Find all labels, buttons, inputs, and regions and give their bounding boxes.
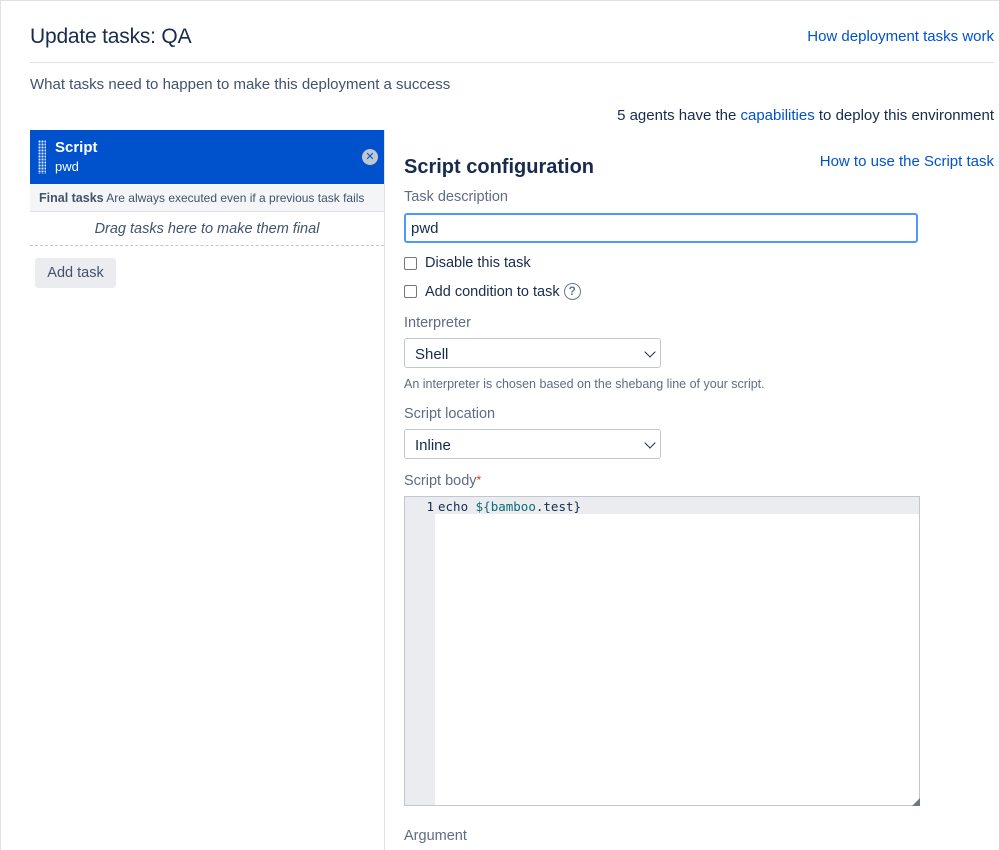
- script-task-help-link[interactable]: How to use the Script task: [820, 153, 994, 170]
- drag-handle-icon[interactable]: [38, 140, 46, 174]
- interpreter-select[interactable]: Shell: [404, 338, 661, 368]
- add-condition-label[interactable]: Add condition to task: [425, 284, 560, 300]
- code-line[interactable]: echo ${bamboo.test}: [438, 499, 581, 514]
- task-description-label: Task description: [404, 189, 508, 205]
- line-number: 1: [426, 499, 434, 514]
- final-tasks-description: Are always executed even if a previous t…: [106, 191, 365, 205]
- task-item-script[interactable]: Script pwd ✕: [30, 130, 384, 184]
- script-location-label: Script location: [404, 406, 496, 422]
- question-help-icon[interactable]: ?: [563, 283, 581, 300]
- code-var-open: ${: [475, 499, 491, 514]
- agents-capabilities-line: 5 agents have the capabilities to deploy…: [617, 107, 994, 124]
- script-body-editor[interactable]: 1 echo ${bamboo.test}: [404, 496, 920, 806]
- deployment-tasks-help-link[interactable]: How deployment tasks work: [807, 28, 994, 45]
- page-title: Update tasks: QA: [30, 25, 192, 48]
- add-condition-row: Add condition to task ?: [404, 283, 581, 300]
- task-list-panel: Script pwd ✕ Final tasks Are always exec…: [30, 130, 384, 288]
- disable-task-checkbox[interactable]: [404, 256, 417, 270]
- required-mark: *: [476, 473, 482, 487]
- code-var-name: bamboo: [490, 499, 536, 514]
- script-location-selected-value: Inline: [415, 437, 451, 454]
- remove-task-icon[interactable]: ✕: [362, 149, 378, 165]
- final-tasks-label: Final tasks: [39, 191, 104, 205]
- disable-task-row: Disable this task: [404, 255, 531, 271]
- title-divider: [30, 62, 994, 63]
- resize-handle-icon[interactable]: [912, 798, 920, 806]
- interpreter-hint: An interpreter is chosen based on the sh…: [404, 377, 765, 391]
- task-description-input[interactable]: [404, 213, 918, 243]
- chevron-down-icon: [644, 346, 656, 358]
- agents-prefix: 5 agents have the: [617, 107, 737, 124]
- page-subtitle: What tasks need to happen to make this d…: [30, 76, 451, 93]
- final-tasks-drop-zone[interactable]: Drag tasks here to make them final: [30, 212, 384, 246]
- disable-task-label[interactable]: Disable this task: [425, 255, 531, 271]
- editor-gutter: [405, 497, 435, 805]
- interpreter-selected-value: Shell: [415, 346, 449, 363]
- script-body-label-text: Script body: [404, 473, 477, 489]
- code-var-close: }: [573, 499, 582, 514]
- agents-suffix: to deploy this environment: [818, 107, 994, 124]
- add-task-button[interactable]: Add task: [35, 258, 116, 288]
- task-item-name: Script: [55, 139, 98, 156]
- code-command: echo: [438, 499, 476, 514]
- capabilities-link[interactable]: capabilities: [741, 107, 815, 124]
- script-location-select[interactable]: Inline: [404, 429, 661, 459]
- script-body-label: Script body*: [404, 473, 481, 489]
- column-divider: [384, 130, 385, 850]
- chevron-down-icon: [644, 437, 656, 449]
- argument-label: Argument: [404, 828, 467, 844]
- final-tasks-header: Final tasks Are always executed even if …: [30, 184, 384, 212]
- task-item-description: pwd: [55, 159, 79, 174]
- code-var-prop: test: [543, 499, 574, 514]
- interpreter-label: Interpreter: [404, 315, 471, 331]
- add-condition-checkbox[interactable]: [404, 285, 417, 298]
- config-title: Script configuration: [404, 156, 594, 178]
